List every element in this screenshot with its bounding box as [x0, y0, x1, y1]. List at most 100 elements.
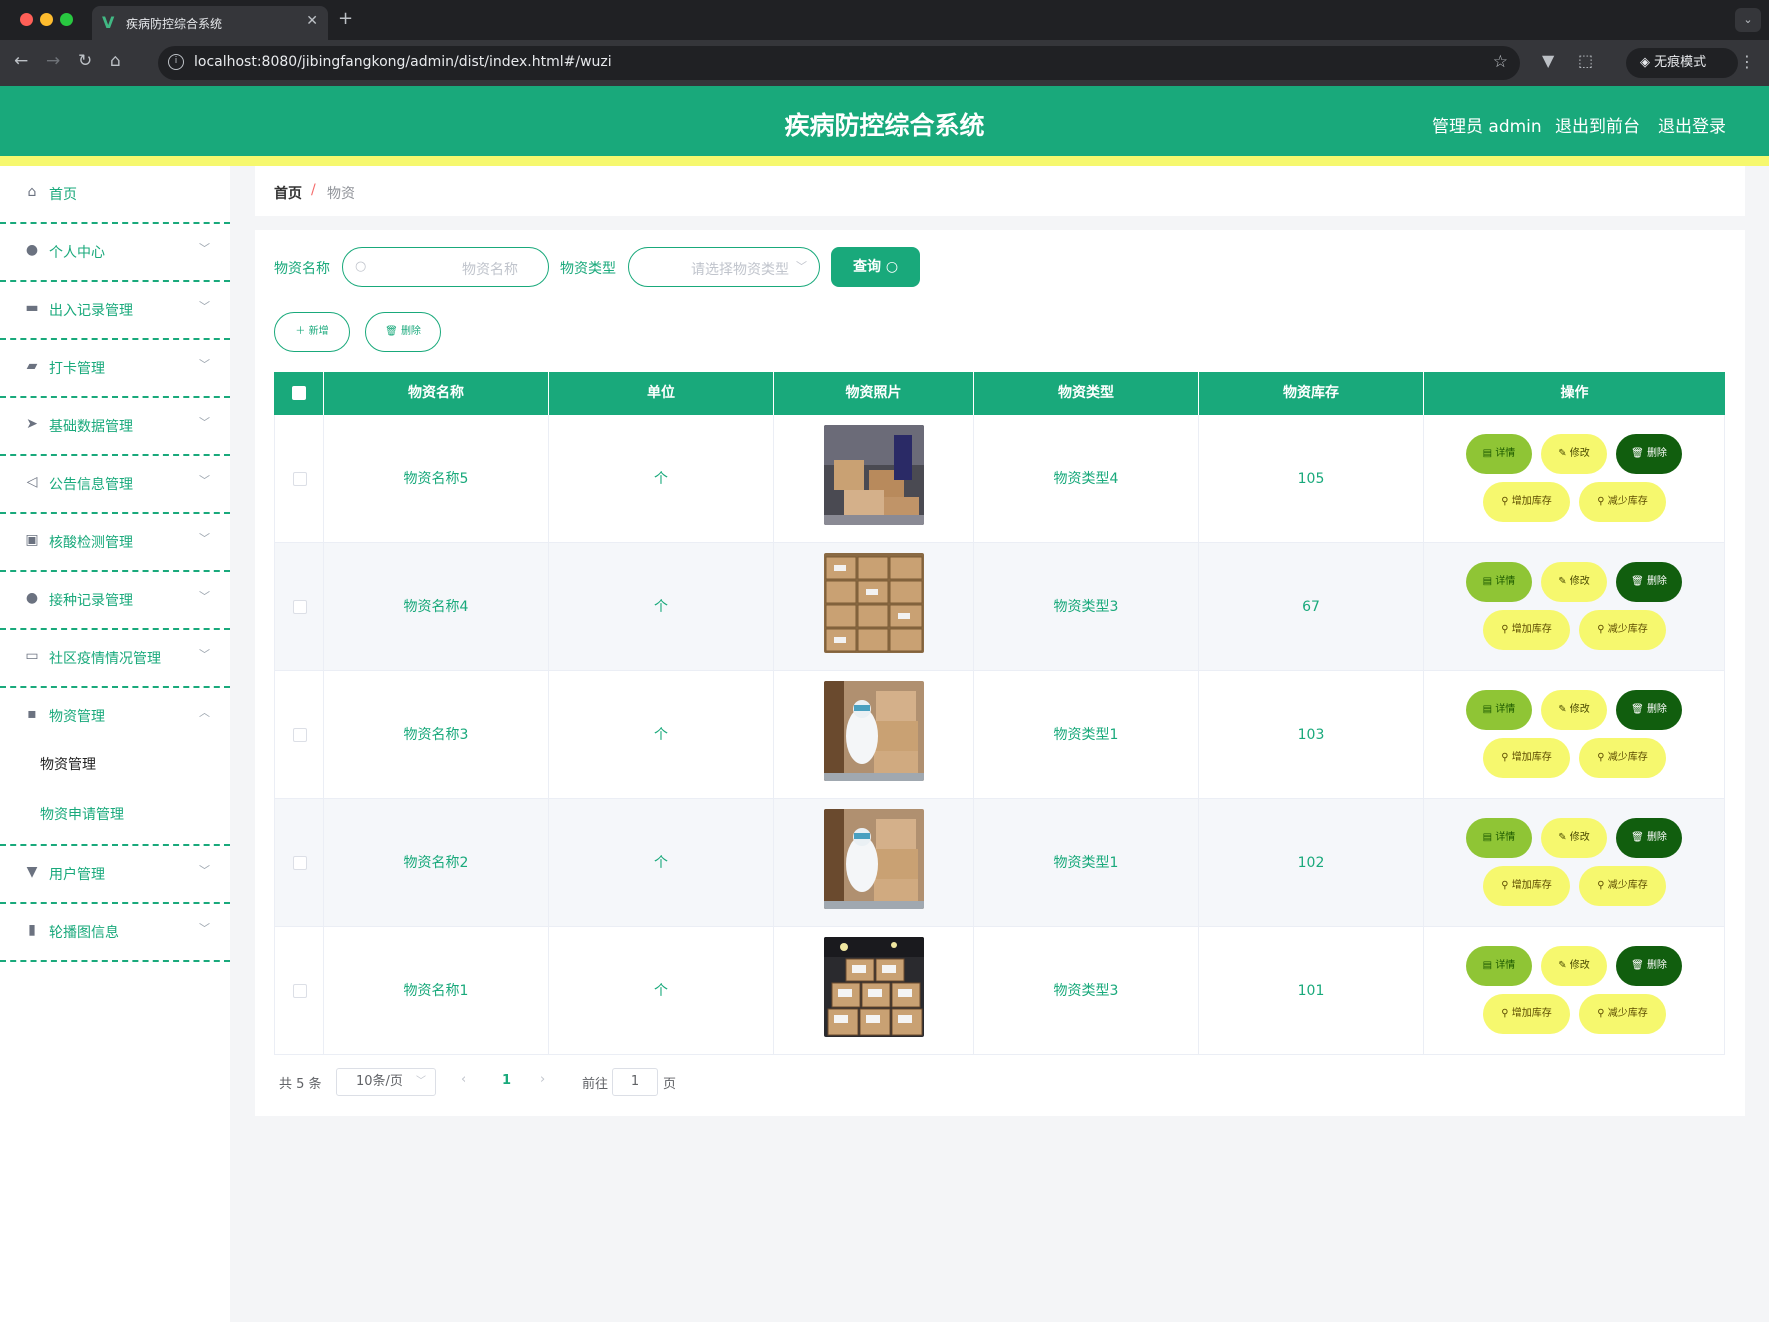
sidebar-item-announcements[interactable]: ◁ 公告信息管理 ﹀ — [0, 456, 230, 514]
add-stock-button[interactable]: ⚲ 增加库存 — [1483, 482, 1570, 522]
prev-page-icon[interactable]: ‹ — [461, 1072, 466, 1087]
supply-photo[interactable] — [824, 681, 924, 781]
sidebar-item-community-epidemic[interactable]: ▭ 社区疫情情况管理 ﹀ — [0, 630, 230, 688]
reduce-stock-button[interactable]: ⚲ 减少库存 — [1579, 610, 1666, 650]
row-checkbox[interactable] — [293, 856, 307, 870]
location-pin-icon: ⚲ — [1501, 880, 1512, 891]
tab-search-icon[interactable]: ⌄ — [1735, 8, 1761, 32]
sidebar-item-access-records[interactable]: ▬ 出入记录管理 ﹀ — [0, 282, 230, 340]
maximize-window-button[interactable] — [60, 13, 73, 26]
add-stock-button[interactable]: ⚲ 增加库存 — [1483, 738, 1570, 778]
edit-button[interactable]: ✎ 修改 — [1541, 434, 1607, 474]
column-header-photo[interactable]: 物资照片 — [774, 372, 974, 415]
supply-photo[interactable] — [824, 425, 924, 525]
delete-button[interactable]: 🗑 删除 — [1616, 434, 1682, 474]
delete-button[interactable]: 🗑 删除 — [1616, 946, 1682, 986]
reload-icon[interactable]: ↻ — [78, 51, 92, 71]
home-icon: ⌂ — [27, 184, 37, 200]
close-tab-icon[interactable]: ✕ — [306, 13, 318, 29]
edit-button[interactable]: ✎ 修改 — [1541, 690, 1607, 730]
reduce-stock-button[interactable]: ⚲ 减少库存 — [1579, 866, 1666, 906]
reduce-stock-button[interactable]: ⚲ 减少库存 — [1579, 482, 1666, 522]
delete-button[interactable]: 🗑 删除 — [1616, 818, 1682, 858]
vue-devtools-icon[interactable]: ▼ — [1542, 51, 1554, 70]
sidebar-item-checkin[interactable]: ▰ 打卡管理 ﹀ — [0, 340, 230, 398]
home-page-icon[interactable]: ⌂ — [110, 51, 121, 71]
extensions-icon[interactable]: ⬚ — [1578, 51, 1593, 70]
bookmark-star-icon[interactable]: ☆ — [1493, 52, 1508, 72]
sidebar-item-personal-center[interactable]: ● 个人中心 ﹀ — [0, 224, 230, 282]
browser-tab[interactable]: V 疾病防控综合系统 ✕ — [92, 6, 328, 40]
detail-button[interactable]: ▤ 详情 — [1466, 562, 1532, 602]
vue-logo-icon: V — [102, 13, 115, 32]
cell-stock: 105 — [1199, 415, 1424, 543]
trash-icon: 🗑 — [1631, 576, 1647, 587]
edit-button[interactable]: ✎ 修改 — [1541, 818, 1607, 858]
minimize-window-button[interactable] — [40, 13, 53, 26]
detail-button[interactable]: ▤ 详情 — [1466, 690, 1532, 730]
add-stock-button[interactable]: ⚲ 增加库存 — [1483, 866, 1570, 906]
site-info-icon[interactable]: i — [168, 54, 184, 70]
document-icon: ▤ — [1482, 448, 1496, 459]
query-button[interactable]: 查询 ○ — [831, 247, 920, 287]
select-all-checkbox[interactable] — [292, 386, 306, 400]
goto-page-input[interactable]: 1 — [612, 1068, 658, 1096]
close-window-button[interactable] — [20, 13, 33, 26]
goto-prefix: 前往 — [582, 1077, 609, 1092]
detail-button[interactable]: ▤ 详情 — [1466, 434, 1532, 474]
cell-unit: 个 — [549, 415, 774, 543]
detail-label: 详情 — [1495, 704, 1516, 715]
row-checkbox[interactable] — [293, 600, 307, 614]
url-field[interactable]: i localhost:8080/jibingfangkong/admin/di… — [158, 46, 1520, 80]
cell-type: 物资类型3 — [974, 543, 1199, 671]
detail-button[interactable]: ▤ 详情 — [1466, 818, 1532, 858]
submenu-item-supply-requests[interactable]: 物资申请管理 — [40, 804, 124, 824]
sidebar-item-carousel[interactable]: ▮ 轮播图信息 ﹀ — [0, 904, 230, 962]
sidebar-item-users[interactable]: ▼ 用户管理 ﹀ — [0, 846, 230, 904]
next-page-icon[interactable]: › — [540, 1072, 545, 1087]
reduce-stock-button[interactable]: ⚲ 减少库存 — [1579, 994, 1666, 1034]
row-checkbox[interactable] — [293, 472, 307, 486]
sidebar-item-vaccinations[interactable]: ● 接种记录管理 ﹀ — [0, 572, 230, 630]
back-icon[interactable]: ← — [14, 51, 28, 71]
add-stock-button[interactable]: ⚲ 增加库存 — [1483, 994, 1570, 1034]
new-tab-icon[interactable]: + — [338, 8, 353, 29]
row-checkbox[interactable] — [293, 984, 307, 998]
logout-link[interactable]: 退出登录 — [1658, 112, 1726, 137]
edit-button[interactable]: ✎ 修改 — [1541, 946, 1607, 986]
exit-to-front-link[interactable]: 退出到前台 — [1555, 112, 1640, 137]
sidebar-item-nucleic-tests[interactable]: ▣ 核酸检测管理 ﹀ — [0, 514, 230, 572]
browser-menu-icon[interactable]: ⋮ — [1739, 52, 1755, 71]
reduce-stock-label: 减少库存 — [1607, 752, 1648, 763]
delete-button[interactable]: 🗑 删除 — [1616, 690, 1682, 730]
row-select-cell — [274, 671, 324, 799]
delete-button[interactable]: 🗑 删除 — [1616, 562, 1682, 602]
add-button[interactable]: ＋ 新增 — [274, 312, 350, 352]
reduce-stock-button[interactable]: ⚲ 减少库存 — [1579, 738, 1666, 778]
edit-button[interactable]: ✎ 修改 — [1541, 562, 1607, 602]
supply-photo[interactable] — [824, 553, 924, 653]
document-icon: ▤ — [1482, 576, 1496, 587]
supply-photo[interactable] — [824, 937, 924, 1037]
supply-photo[interactable] — [824, 809, 924, 909]
add-stock-button[interactable]: ⚲ 增加库存 — [1483, 610, 1570, 650]
name-search-placeholder: 物资名称 — [462, 262, 518, 278]
row-checkbox[interactable] — [293, 728, 307, 742]
column-header-name[interactable]: 物资名称 — [324, 372, 549, 415]
detail-button[interactable]: ▤ 详情 — [1466, 946, 1532, 986]
sidebar-item-base-data[interactable]: ➤ 基础数据管理 ﹀ — [0, 398, 230, 456]
name-search-input[interactable]: ○ 物资名称 — [342, 247, 549, 287]
sidebar-item-supplies[interactable]: ▪ 物资管理 ︿ 物资管理 物资申请管理 — [0, 688, 230, 846]
page-size-select[interactable]: 10条/页 ﹀ — [336, 1068, 436, 1096]
page-number-current[interactable]: 1 — [502, 1073, 511, 1088]
type-select[interactable]: 请选择物资类型 ﹀ — [628, 247, 820, 287]
batch-delete-button[interactable]: 🗑 删除 — [365, 312, 441, 352]
column-header-unit[interactable]: 单位 — [549, 372, 774, 415]
breadcrumb-home[interactable]: 首页 — [274, 183, 302, 203]
submenu-item-supplies[interactable]: 物资管理 — [40, 754, 96, 774]
sidebar-item-home[interactable]: ⌂ 首页 — [0, 166, 230, 224]
column-header-stock[interactable]: 物资库存 — [1199, 372, 1424, 415]
forward-icon[interactable]: → — [46, 51, 60, 71]
incognito-badge[interactable]: ◈ 无痕模式 — [1626, 48, 1738, 78]
column-header-type[interactable]: 物资类型 — [974, 372, 1199, 415]
